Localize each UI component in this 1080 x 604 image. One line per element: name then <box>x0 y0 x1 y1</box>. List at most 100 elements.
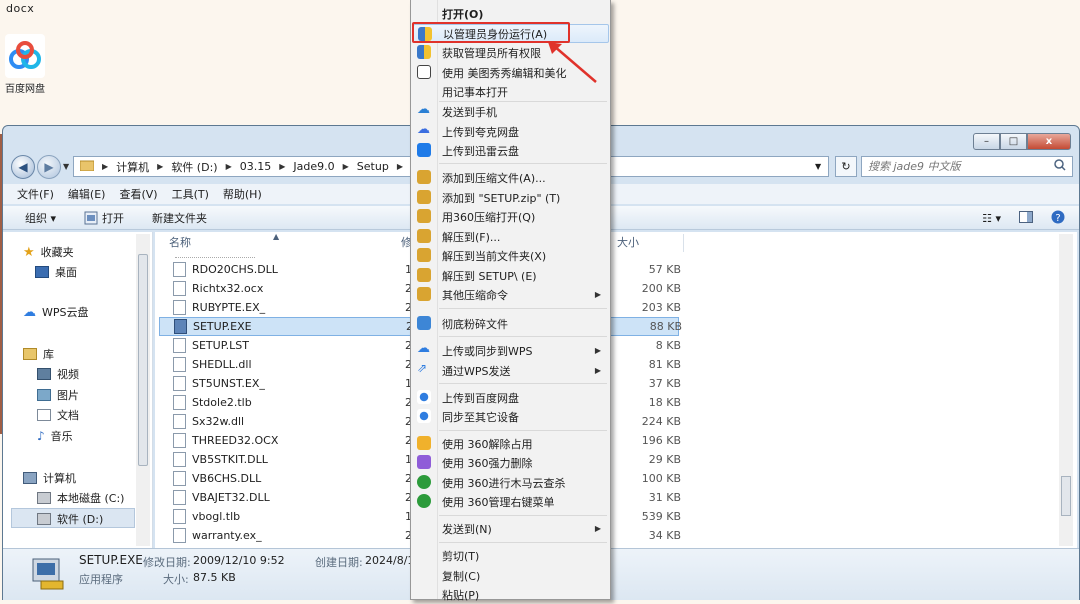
breadcrumb-setup[interactable]: Setup <box>357 160 389 173</box>
file-name: Stdole2.tlb <box>192 396 252 409</box>
nav-music[interactable]: ♪ 音乐 <box>37 428 73 444</box>
nav-drive-d[interactable]: 软件 (D:) <box>37 511 103 527</box>
dll-file-icon <box>173 262 186 277</box>
minimize-button[interactable]: – <box>973 133 1000 150</box>
column-divider[interactable] <box>683 234 684 252</box>
breadcrumb-drive-d[interactable]: 软件 (D:) <box>171 159 217 175</box>
desktop-file-label[interactable]: docx <box>6 2 34 15</box>
forward-arrow-icon[interactable]: ▶ <box>37 155 61 179</box>
menu-360-manage[interactable]: 使用 360管理右键菜单 <box>413 492 609 511</box>
refresh-icon[interactable]: ↻ <box>835 156 857 177</box>
nav-favorites[interactable]: ★ 收藏夹 <box>23 244 74 260</box>
menu-file[interactable]: 文件(F) <box>17 186 54 202</box>
menu-add-zip[interactable]: 添加到 "SETUP.zip" (T) <box>413 188 609 207</box>
menu-separator <box>439 163 607 164</box>
details-size-value: 87.5 KB <box>193 571 236 584</box>
search-input[interactable] <box>868 160 1048 173</box>
file-size: 100 KB <box>641 472 681 485</box>
menu-copy[interactable]: 复制(C) <box>413 566 609 585</box>
breadcrumb-separator-icon[interactable]: ▶ <box>102 162 108 171</box>
star-icon: ★ <box>23 244 35 260</box>
menu-paste[interactable]: 粘贴(P) <box>413 585 609 604</box>
menu-360-force-delete[interactable]: 使用 360强力删除 <box>413 453 609 472</box>
menu-extract-setup[interactable]: 解压到 SETUP\ (E) <box>413 266 609 285</box>
breadcrumb-separator-icon[interactable]: ▶ <box>279 162 285 171</box>
baidu-netdisk-shortcut[interactable]: 百度网盘 <box>2 34 48 95</box>
baidu-icon <box>417 409 431 423</box>
search-box[interactable] <box>861 156 1073 177</box>
preview-pane-icon[interactable] <box>1019 211 1033 226</box>
file-list-scrollbar[interactable] <box>1059 234 1073 546</box>
close-button[interactable]: x <box>1027 133 1071 150</box>
nav-scrollbar-thumb[interactable] <box>138 254 148 466</box>
open-button[interactable]: 打开 <box>84 210 124 226</box>
file-size: 81 KB <box>648 358 681 371</box>
nav-pictures[interactable]: 图片 <box>37 387 79 403</box>
file-size: 31 KB <box>648 491 681 504</box>
unlock-icon <box>417 436 431 450</box>
details-modified-label: 修改日期: <box>143 556 191 569</box>
menu-open-360zip[interactable]: 用360压缩打开(Q) <box>413 207 609 226</box>
breadcrumb-separator-icon[interactable]: ▶ <box>343 162 349 171</box>
menu-extract-here[interactable]: 解压到当前文件夹(X) <box>413 246 609 265</box>
menu-copy-label: 复制(C) <box>442 569 481 583</box>
address-dropdown-icon[interactable]: ▼ <box>815 162 821 171</box>
menu-edit[interactable]: 编辑(E) <box>68 186 106 202</box>
nav-desktop[interactable]: 桌面 <box>35 264 77 280</box>
menu-view[interactable]: 查看(V) <box>119 186 157 202</box>
menu-open[interactable]: 打开(O) <box>413 4 609 23</box>
search-icon[interactable] <box>1054 159 1066 174</box>
menu-sync-devices[interactable]: 同步至其它设备 <box>413 407 609 426</box>
menu-upload-thunder[interactable]: 上传到迅雷云盘 <box>413 141 609 160</box>
menu-send-to-phone-label: 发送到手机 <box>442 105 497 119</box>
nav-local-c-label: 本地磁盘 (C:) <box>57 492 125 505</box>
column-size[interactable]: 大小 <box>617 234 639 250</box>
back-arrow-icon[interactable]: ◀ <box>11 155 35 179</box>
file-size: 200 KB <box>641 282 681 295</box>
breadcrumb-separator-icon[interactable]: ▶ <box>226 162 232 171</box>
column-name[interactable]: 名称 <box>169 234 191 250</box>
breadcrumb-separator-icon[interactable]: ▶ <box>157 162 163 171</box>
view-options-icon[interactable]: ☷ ▾ <box>982 212 1001 225</box>
menu-upload-thunder-label: 上传到迅雷云盘 <box>442 144 519 158</box>
menu-other-compress[interactable]: 其他压缩命令 ▶ <box>413 285 609 304</box>
breadcrumb-0315[interactable]: 03.15 <box>240 160 272 173</box>
video-icon <box>37 368 51 380</box>
menu-upload-baidu[interactable]: 上传到百度网盘 <box>413 388 609 407</box>
menu-extract-to[interactable]: 解压到(F)... <box>413 227 609 246</box>
nav-wps-cloud[interactable]: ☁ WPS云盘 <box>23 304 89 320</box>
menu-wps-sync[interactable]: ☁ 上传或同步到WPS ▶ <box>413 341 609 360</box>
nav-video-label: 视频 <box>57 368 79 381</box>
ocx-file-icon <box>173 433 186 448</box>
file-list-scrollbar-thumb[interactable] <box>1061 476 1071 516</box>
nav-scrollbar[interactable] <box>136 234 150 546</box>
nav-libraries[interactable]: 库 <box>23 346 54 362</box>
menu-separator <box>439 336 607 337</box>
menu-send-to-phone[interactable]: ☁ 发送到手机 <box>413 102 609 121</box>
help-icon[interactable]: ? <box>1051 210 1065 227</box>
nav-computer[interactable]: 计算机 <box>23 470 76 486</box>
menu-360-scan[interactable]: 使用 360进行木马云查杀 <box>413 473 609 492</box>
image-edit-icon <box>417 65 431 79</box>
menu-cut[interactable]: 剪切(T) <box>413 546 609 565</box>
menu-360-unlock[interactable]: 使用 360解除占用 <box>413 434 609 453</box>
organize-button[interactable]: 组织 ▾ <box>25 210 56 226</box>
menu-wps-send[interactable]: ⇗ 通过WPS发送 ▶ <box>413 361 609 380</box>
menu-tools[interactable]: 工具(T) <box>172 186 209 202</box>
breadcrumb-computer[interactable]: 计算机 <box>116 159 149 175</box>
menu-shred-file[interactable]: 彻底粉碎文件 <box>413 314 609 333</box>
menu-upload-quark[interactable]: ☁ 上传到夸克网盘 <box>413 122 609 141</box>
nav-video[interactable]: 视频 <box>37 366 79 382</box>
nav-local-disk-c[interactable]: 本地磁盘 (C:) <box>37 490 124 506</box>
breadcrumb-separator-icon[interactable]: ▶ <box>397 162 403 171</box>
nav-documents[interactable]: 文档 <box>37 407 79 423</box>
history-dropdown-icon[interactable]: ▼ <box>63 162 69 171</box>
breadcrumb-jade[interactable]: Jade9.0 <box>293 160 334 173</box>
menu-add-archive[interactable]: 添加到压缩文件(A)... <box>413 168 609 187</box>
maximize-button[interactable]: □ <box>1000 133 1027 150</box>
file-size: 8 KB <box>655 339 681 352</box>
quark-icon: ☁ <box>417 122 430 137</box>
menu-help[interactable]: 帮助(H) <box>223 186 262 202</box>
menu-send-to[interactable]: 发送到(N) ▶ <box>413 519 609 538</box>
new-folder-button[interactable]: 新建文件夹 <box>152 210 207 226</box>
